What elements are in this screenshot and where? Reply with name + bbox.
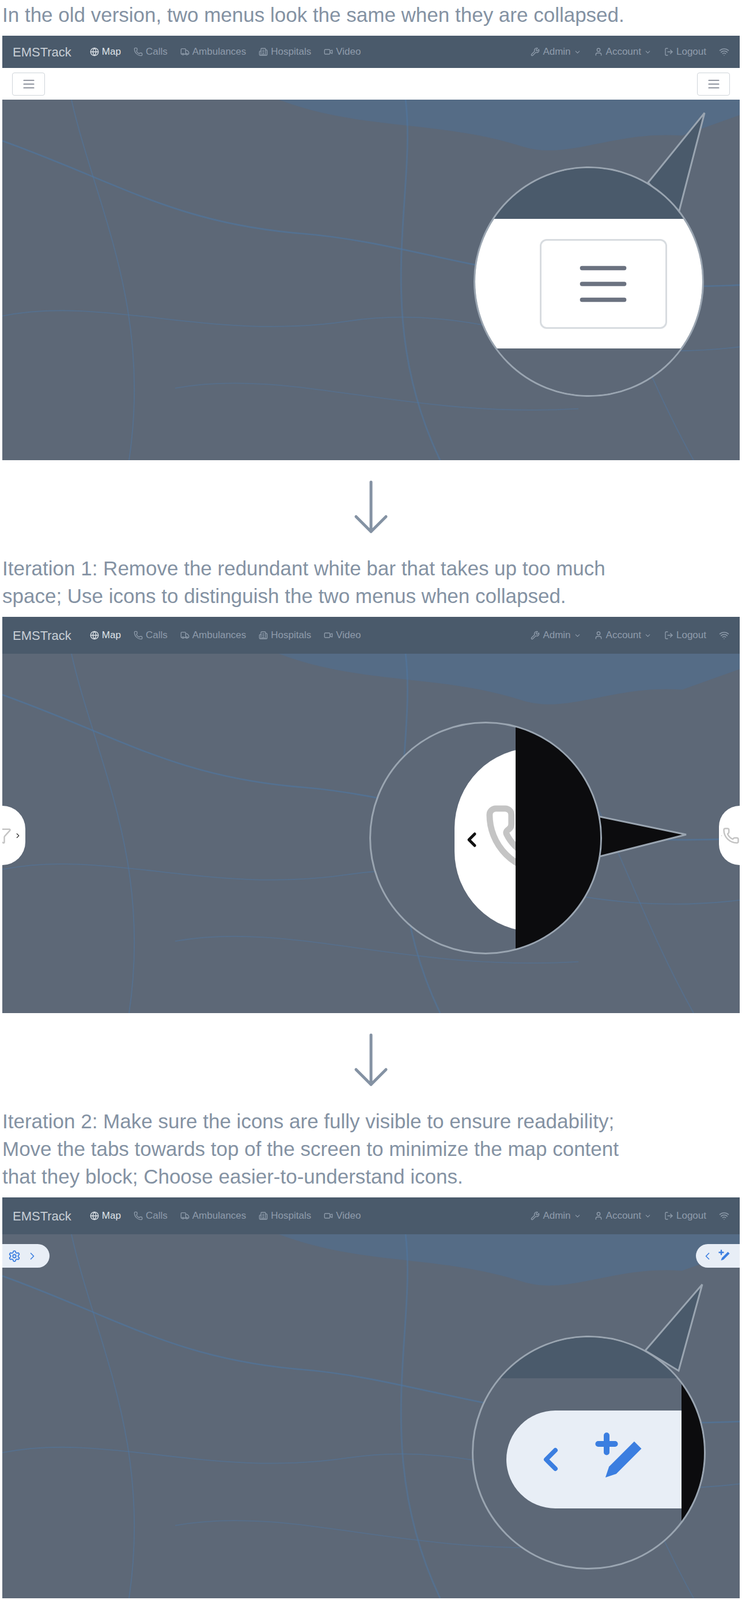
menu-bar [2, 67, 740, 100]
wifi-icon [718, 46, 730, 58]
nav-right-item[interactable]: Logout [664, 1208, 707, 1224]
nav-item[interactable]: Hospitals [258, 44, 312, 60]
arrow [0, 460, 742, 555]
nav-icon [593, 1211, 604, 1221]
nav-icon [593, 47, 604, 57]
chevron-right-icon [13, 831, 22, 840]
nav-icon [593, 630, 604, 641]
navbar: EMSTrack Map Calls Ambulances Hospitals Video… [2, 616, 740, 654]
nav-right-item[interactable]: Account [593, 44, 652, 60]
nav-right-item[interactable]: Account [593, 1208, 652, 1224]
caret-icon [573, 1212, 582, 1221]
nav-icon [323, 630, 333, 641]
chevron-left-icon [460, 828, 484, 852]
nav-item[interactable]: Ambulances [180, 1208, 247, 1224]
nav-icon [664, 630, 674, 641]
figure: In the old version, two menus look the s… [0, 0, 742, 1600]
nav-icon [89, 1211, 100, 1221]
screenshot: EMSTrack Map Calls Ambulances Hospitals Video… [2, 35, 740, 461]
navbar: EMSTrack Map Calls Ambulances Hospitals Video… [2, 35, 740, 68]
nav-item[interactable]: Hospitals [258, 627, 312, 643]
screenshot: EMSTrack Map Calls Ambulances Hospitals Video… [2, 616, 740, 1014]
caret-icon [573, 48, 582, 56]
down-arrow-icon [352, 479, 390, 536]
magnifier [473, 166, 704, 397]
nav-icon [530, 1211, 540, 1221]
nav-item[interactable]: Calls [133, 44, 168, 60]
chevron-left-icon [720, 831, 723, 840]
chevron-left-icon [701, 1250, 714, 1263]
nav-item[interactable]: Map [89, 627, 121, 643]
nav-item[interactable]: Ambulances [180, 44, 247, 60]
nav-icon [180, 47, 190, 57]
brand[interactable]: EMSTrack [12, 626, 72, 646]
nav-icon [133, 47, 143, 57]
gear-icon [8, 1250, 21, 1263]
nav-icon [180, 1211, 190, 1221]
right-menu-tab[interactable] [718, 805, 740, 866]
nav-item[interactable]: Ambulances [180, 627, 247, 643]
brand[interactable]: EMSTrack [12, 42, 72, 62]
down-arrow-icon [352, 1032, 390, 1089]
nav-icon [258, 630, 268, 641]
caret-icon [644, 631, 652, 640]
pen-plus-icon [592, 1431, 650, 1489]
nav-icon [530, 47, 540, 57]
magnifier [471, 1335, 706, 1570]
caret-icon [644, 1212, 652, 1221]
caption: Iteration 2: Make sure the icons are ful… [0, 1107, 742, 1191]
navbar: EMSTrack Map Calls Ambulances Hospitals Video… [2, 1197, 740, 1235]
nav-icon [133, 630, 143, 641]
left-menu-tab[interactable] [2, 805, 26, 866]
arrow [0, 1013, 742, 1108]
nav-icon [180, 630, 190, 641]
magnifier [369, 721, 603, 955]
brand[interactable]: EMSTrack [12, 1206, 72, 1226]
wifi-icon [718, 1210, 730, 1222]
hamburger-icon [21, 76, 37, 92]
nav-icon [530, 630, 540, 641]
nav-item[interactable]: Calls [133, 1208, 168, 1224]
nav-icon [89, 630, 100, 641]
nav-right-item[interactable]: Admin [530, 627, 581, 643]
chevron-left-icon [532, 1441, 570, 1479]
caption: In the old version, two menus look the s… [0, 0, 742, 29]
nav-icon [664, 47, 674, 57]
nav-item[interactable]: Calls [133, 627, 168, 643]
caret-icon [573, 631, 582, 640]
nav-item[interactable]: Video [323, 44, 361, 60]
nav-icon [258, 47, 268, 57]
chevron-right-icon [26, 1250, 39, 1263]
nav-right-item[interactable]: Admin [530, 44, 581, 60]
phone-icon [722, 827, 740, 845]
screenshot: EMSTrack Map Calls Ambulances Hospitals Video… [2, 1197, 740, 1599]
nav-icon [664, 1211, 674, 1221]
nav-right-item[interactable]: Logout [664, 44, 707, 60]
nav-item[interactable]: Map [89, 1208, 121, 1224]
nav-right-item[interactable]: Admin [530, 1208, 581, 1224]
right-menu-tab[interactable] [695, 1244, 740, 1268]
nav-item[interactable]: Hospitals [258, 1208, 312, 1224]
hamburger-icon [706, 76, 722, 92]
left-menu-toggle[interactable] [12, 72, 45, 96]
nav-item[interactable]: Map [89, 44, 121, 60]
callout-tail-icon [589, 807, 694, 865]
nav-item[interactable]: Video [323, 627, 361, 643]
right-menu-toggle[interactable] [697, 72, 730, 96]
nav-right-item[interactable]: Logout [664, 627, 707, 643]
pen-plus-icon [717, 1249, 732, 1264]
filter-icon [2, 827, 12, 845]
caret-icon [644, 48, 652, 56]
wifi-icon [718, 630, 730, 641]
hamburger-icon [571, 252, 635, 316]
nav-icon [258, 1211, 268, 1221]
nav-icon [323, 47, 333, 57]
nav-icon [89, 47, 100, 57]
nav-item[interactable]: Video [323, 1208, 361, 1224]
left-menu-tab[interactable] [2, 1244, 50, 1268]
nav-right-item[interactable]: Account [593, 627, 652, 643]
nav-icon [133, 1211, 143, 1221]
nav-icon [323, 1211, 333, 1221]
caption: Iteration 1: Remove the redundant white … [0, 554, 742, 611]
